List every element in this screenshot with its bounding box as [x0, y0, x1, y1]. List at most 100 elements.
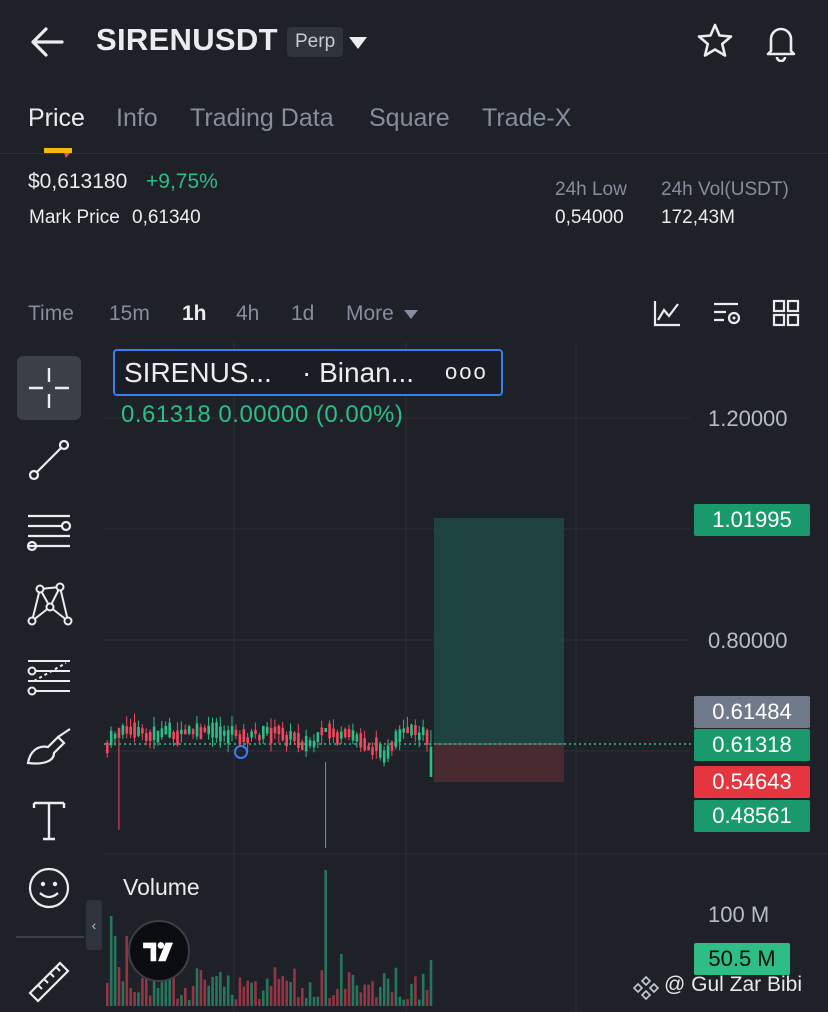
candle-body — [328, 723, 331, 739]
candle-body — [355, 734, 359, 742]
candle-body — [418, 732, 421, 741]
tab-price[interactable]: Price — [28, 104, 85, 133]
chart-area[interactable]: SIRENUS... · Binan... ooo 0.61318 0.0000… — [104, 342, 828, 1012]
volume-bar — [293, 968, 296, 1006]
legend-more-icon[interactable]: ooo — [445, 359, 488, 385]
candle-body — [375, 737, 378, 752]
indicators-icon[interactable] — [652, 298, 682, 328]
volume-bar — [246, 980, 249, 1006]
candle-body — [390, 741, 394, 751]
candle-body — [414, 725, 417, 735]
volume-bar — [254, 981, 257, 1006]
main-tabs: Price Info Trading Data Square Trade-X — [0, 96, 828, 154]
volume-bar — [382, 973, 386, 1006]
trend-line-tool[interactable] — [17, 428, 81, 492]
drawing-toolbar — [0, 350, 100, 1012]
layout-grid-icon[interactable] — [771, 298, 801, 328]
chevron-down-icon[interactable] — [348, 36, 368, 50]
candle-body — [238, 734, 242, 745]
candle-body — [117, 728, 121, 738]
volume-bar — [285, 980, 288, 1006]
chart-legend[interactable]: SIRENUS... · Binan... ooo — [113, 349, 503, 396]
volume-label: Volume — [123, 874, 200, 900]
volume-bar — [137, 992, 140, 1006]
chart-settings-icon[interactable] — [712, 298, 742, 328]
crosshair-tool[interactable] — [17, 356, 81, 420]
candle-body — [340, 731, 343, 739]
interval-1h[interactable]: 1h — [182, 302, 207, 326]
low-24h-value: 0,54000 — [555, 207, 624, 228]
candle-body — [234, 729, 238, 736]
candle-body — [379, 744, 382, 758]
volume-bar — [238, 977, 242, 1006]
volume-bar — [195, 968, 199, 1006]
volume-bar — [336, 988, 339, 1006]
candle-body — [187, 726, 191, 734]
horizontal-lines-tool[interactable] — [17, 500, 81, 564]
volume-bar — [262, 990, 265, 1006]
volume-bar — [406, 999, 409, 1006]
tab-square[interactable]: Square — [369, 104, 450, 133]
volume-bar — [230, 994, 234, 1006]
volume-bar — [199, 970, 203, 1006]
watermark: @ Gul Zar Bibi — [664, 973, 803, 996]
interval-1d[interactable]: 1d — [291, 302, 314, 326]
candle-body — [293, 732, 296, 742]
volume-bar — [215, 976, 218, 1006]
volume-bar — [223, 986, 226, 1006]
candle-body — [363, 738, 366, 751]
tab-trade-x[interactable]: Trade-X — [482, 104, 571, 133]
volume-bar — [281, 975, 285, 1006]
candle-body — [230, 726, 234, 735]
pattern-tool[interactable] — [17, 572, 81, 636]
interval-4h[interactable]: 4h — [236, 302, 259, 326]
candle-body — [277, 725, 281, 735]
back-arrow-icon[interactable] — [28, 24, 66, 60]
volume-bar — [211, 976, 214, 1006]
interval-time[interactable]: Time — [28, 302, 74, 326]
candle-body — [386, 745, 390, 759]
text-tool[interactable] — [17, 788, 81, 852]
volume-bar — [226, 975, 230, 1006]
take-profit-price-tag[interactable]: 1.01995 — [694, 504, 810, 536]
symbol-title[interactable]: SIRENUSDT — [96, 22, 278, 58]
interval-more[interactable]: More — [346, 302, 394, 326]
toolbar-divider — [16, 936, 84, 938]
axis-label-1-20: 1.20000 — [708, 406, 788, 431]
vol-24h-label: 24h Vol(USDT) — [661, 179, 789, 200]
candle-body — [246, 737, 249, 744]
chevron-down-icon[interactable] — [404, 310, 418, 320]
entry-price-tag[interactable]: 0.54643 — [694, 766, 810, 798]
bell-icon[interactable] — [762, 22, 800, 62]
brush-tool[interactable] — [17, 716, 81, 780]
volume-bar — [394, 967, 398, 1006]
interval-15m[interactable]: 15m — [109, 302, 150, 326]
tab-info[interactable]: Info — [116, 104, 158, 133]
tab-trading-data[interactable]: Trading Data — [190, 104, 334, 133]
volume-bar — [148, 995, 152, 1006]
volume-bar — [113, 936, 117, 1006]
candle-body — [164, 725, 168, 735]
volume-bar — [414, 976, 417, 1006]
candle-body — [285, 734, 288, 747]
volume-bar — [121, 981, 125, 1006]
volume-bar — [297, 997, 300, 1006]
favorite-star-icon[interactable] — [696, 22, 734, 60]
candle-body — [406, 726, 409, 734]
ruler-tool[interactable] — [17, 950, 81, 1012]
candle-body — [351, 730, 355, 741]
volume-bar — [375, 997, 378, 1006]
stop-loss-zone[interactable] — [434, 744, 564, 782]
fib-tool[interactable] — [17, 644, 81, 708]
emoji-tool[interactable] — [17, 856, 81, 920]
candles — [106, 713, 433, 848]
volume-bar — [367, 984, 370, 1006]
candle-body — [141, 728, 144, 734]
candle-body — [250, 731, 253, 738]
collapse-toolbar-handle[interactable]: ‹ — [86, 900, 102, 950]
candle-body — [242, 729, 246, 743]
interval-bar: Time 15m 1h 4h 1d More — [0, 290, 828, 338]
candle-body — [273, 726, 277, 734]
candle-body — [184, 729, 187, 735]
take-profit-zone[interactable] — [434, 518, 564, 744]
